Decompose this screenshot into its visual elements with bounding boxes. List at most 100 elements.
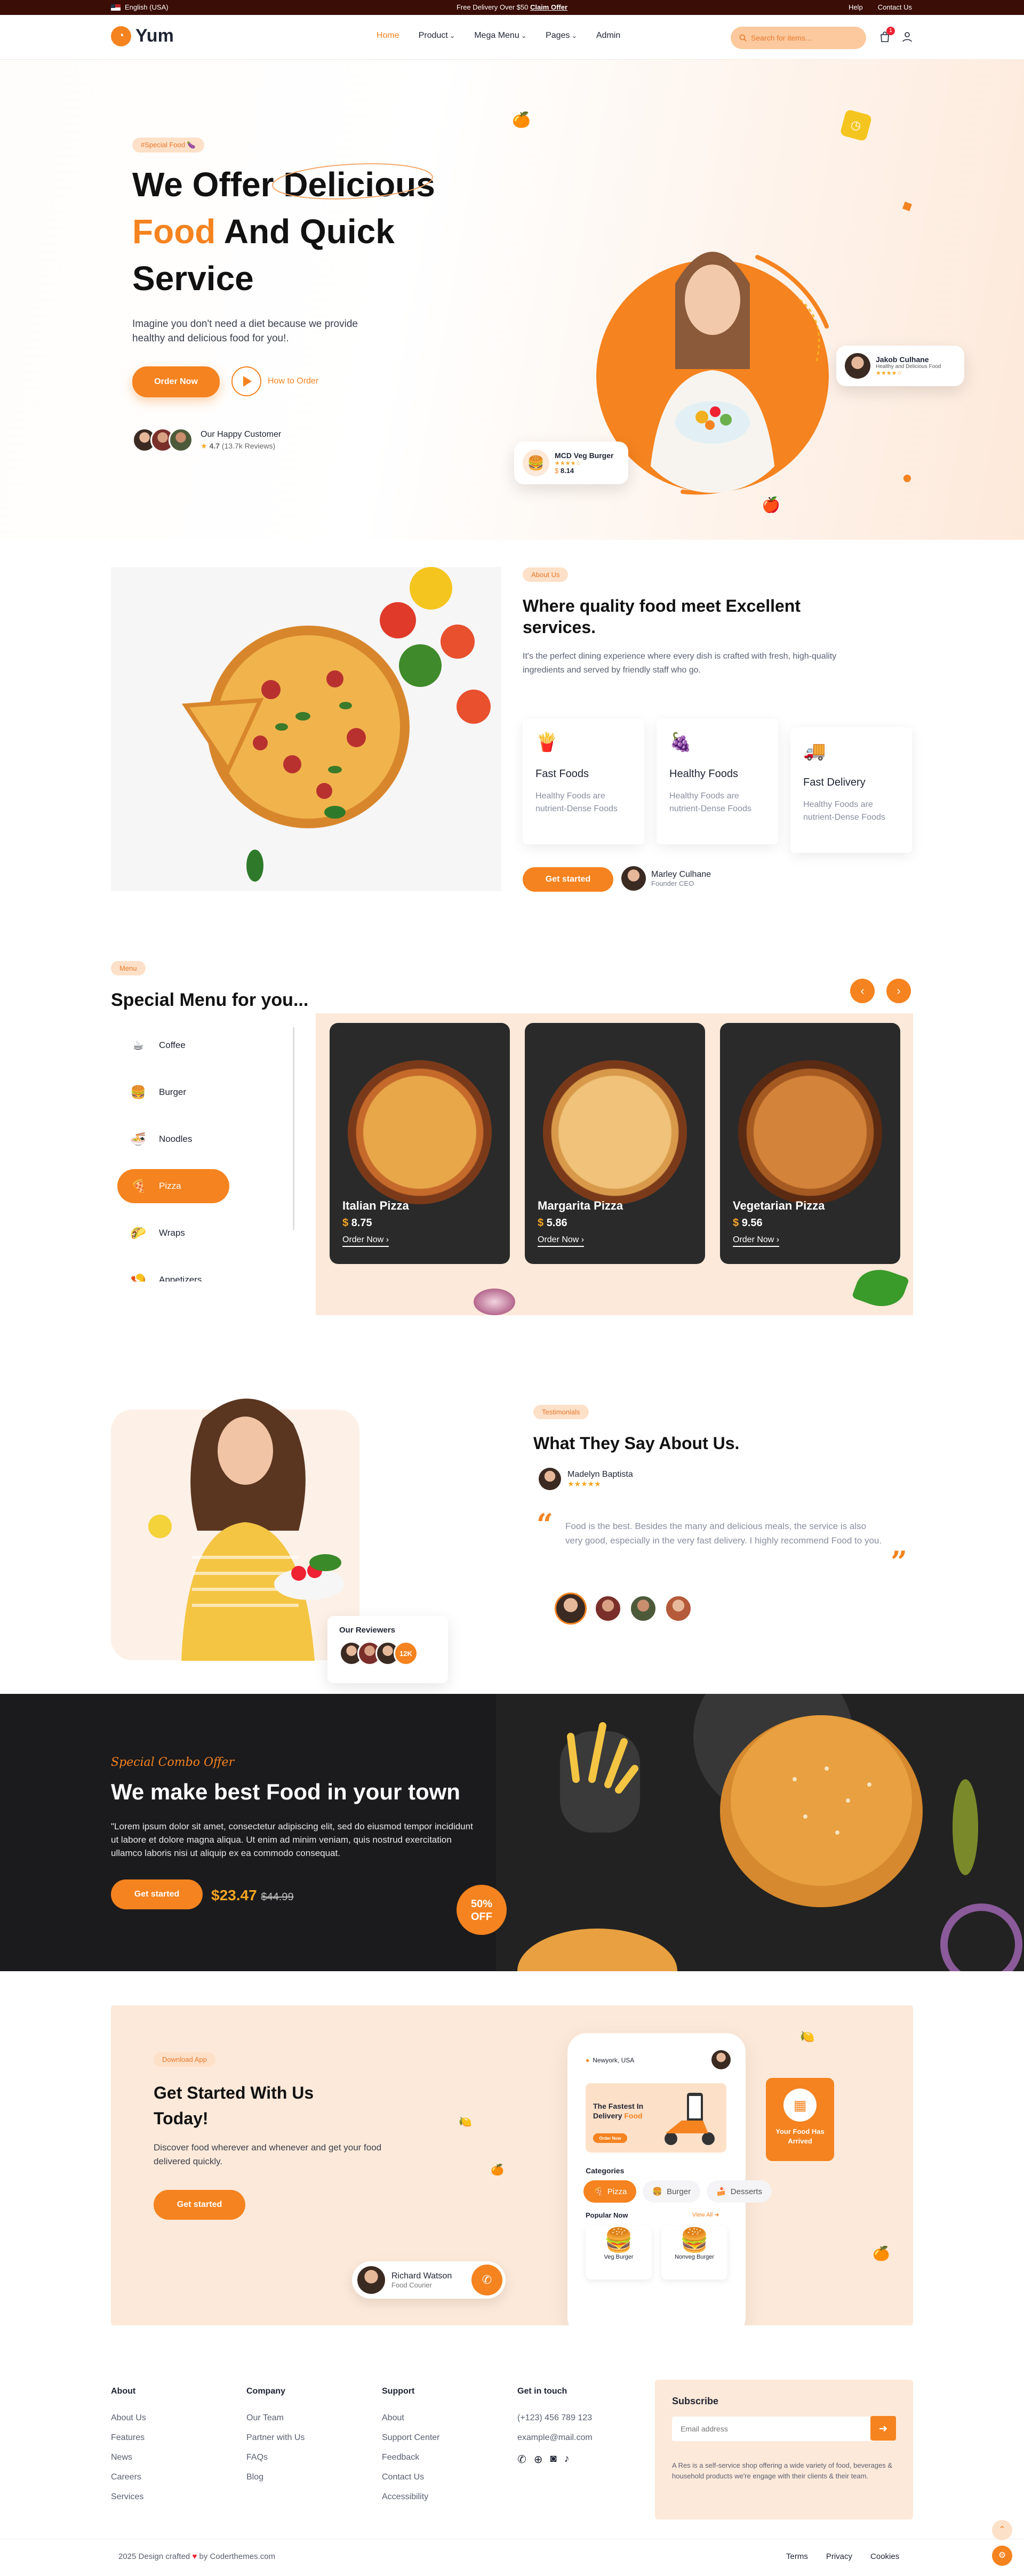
category-burger[interactable]: 🍔 Burger <box>117 1075 229 1109</box>
download-get-started-button[interactable]: Get started <box>154 2190 245 2220</box>
menu-category-list: ☕ Coffee 🍔 Burger 🍜 Noodles 🍕 Pizza 🌮 Wraps 🍤… <box>111 1023 294 1282</box>
testimonial-avatar[interactable] <box>665 1595 692 1622</box>
view-all-link[interactable]: View All ➜ <box>692 2211 719 2218</box>
nav-home[interactable]: Home <box>377 31 399 41</box>
category-label: Pizza <box>159 1181 181 1191</box>
footer-link[interactable]: Support Center <box>382 2433 440 2443</box>
footer-link[interactable]: Accessibility <box>382 2492 440 2502</box>
appetizer-icon: 🍤 <box>130 1273 146 1282</box>
footer-link[interactable]: About <box>382 2413 440 2423</box>
reviewer-avatar <box>845 353 870 379</box>
footer-column-title: Get in touch <box>517 2387 567 2396</box>
footer-link[interactable]: Feedback <box>382 2453 440 2462</box>
footer-link[interactable]: About Us <box>111 2413 146 2423</box>
happy-customer-title: Our Happy Customer <box>201 429 282 439</box>
nav-admin[interactable]: Admin <box>596 31 620 41</box>
footer-link[interactable]: Partner with Us <box>246 2433 305 2443</box>
discount-value: 50% <box>470 1898 493 1910</box>
popular-item[interactable]: 🍔 Veg Burger <box>586 2226 652 2279</box>
footer-email[interactable]: example@mail.com <box>517 2433 593 2443</box>
order-now-link[interactable]: Order Now › <box>733 1235 780 1247</box>
category-pizza[interactable]: 🍕 Pizza <box>117 1169 229 1203</box>
nav-mega-menu[interactable]: Mega Menu <box>474 31 526 41</box>
contact-link[interactable]: Contact Us <box>878 3 912 11</box>
gear-icon: ⚙ <box>998 2551 1006 2560</box>
claim-offer-link[interactable]: Claim Offer <box>530 3 567 11</box>
phone-category-burger[interactable]: 🍔 Burger <box>643 2180 701 2203</box>
how-to-order-link[interactable]: How to Order <box>231 366 318 396</box>
nav-product[interactable]: Product <box>419 31 455 41</box>
twitter-icon[interactable]: ♪ <box>564 2453 570 2466</box>
phone-category-pizza[interactable]: 🍕 Pizza <box>583 2180 637 2203</box>
burger-price: 8.14 <box>560 467 574 475</box>
menu-item-card[interactable]: Italian Pizza $ 8.75 Order Now › <box>330 1023 510 1264</box>
nav-pages[interactable]: Pages <box>546 31 577 41</box>
testimonial-avatar[interactable] <box>629 1595 657 1622</box>
decor-fruit-icon: 🍊 <box>512 111 531 128</box>
settings-fab-button[interactable]: ⚙ <box>992 2546 1012 2566</box>
order-now-button[interactable]: Order Now <box>132 366 220 397</box>
footer-link[interactable]: Features <box>111 2433 146 2443</box>
menu-item-card[interactable]: Vegetarian Pizza $ 9.56 Order Now › <box>720 1023 900 1264</box>
phone-order-button[interactable]: Order Now <box>593 2133 627 2143</box>
phone-icon[interactable]: ✆ <box>517 2453 526 2466</box>
page: { "topbar": { "language": "English (USA)… <box>0 0 1024 2576</box>
footer-link[interactable]: Blog <box>246 2473 305 2482</box>
user-button[interactable] <box>901 31 913 43</box>
globe-icon[interactable]: ⊕ <box>534 2453 543 2466</box>
phone-categories: 🍕 Pizza 🍔 Burger 🍰 Desserts <box>583 2180 829 2203</box>
header: ◔ Yum Home Product Mega Menu Pages Admin… <box>0 15 1024 60</box>
category-label: Appetizers <box>159 1275 202 1282</box>
footer-link[interactable]: Contact Us <box>382 2473 440 2482</box>
menu-prev-button[interactable]: ‹ <box>850 979 875 1003</box>
phone-category-desserts[interactable]: 🍰 Desserts <box>707 2180 772 2203</box>
category-noodles[interactable]: 🍜 Noodles <box>117 1122 229 1156</box>
subscribe-submit-button[interactable]: ➜ <box>870 2416 896 2441</box>
footer-link[interactable]: Careers <box>111 2473 146 2482</box>
category-label: Pizza <box>607 2187 627 2196</box>
order-now-link[interactable]: Order Now › <box>538 1235 585 1247</box>
fast-food-icon: 🍟 <box>535 732 558 753</box>
hero-title-food: Food <box>132 212 216 251</box>
footer-link[interactable]: Our Team <box>246 2413 305 2423</box>
founder-role: Founder CEO <box>651 879 694 887</box>
logo[interactable]: ◔ Yum <box>111 26 174 46</box>
reviewers-title: Our Reviewers <box>339 1626 396 1635</box>
subscribe-email-input[interactable] <box>672 2417 875 2441</box>
phone-call-icon[interactable]: ✆ <box>471 2265 502 2295</box>
instagram-icon[interactable]: ◙ <box>550 2453 557 2466</box>
category-wraps[interactable]: 🌮 Wraps <box>117 1216 229 1250</box>
popular-item[interactable]: 🍔 Nonveg Burger <box>661 2226 727 2279</box>
feature-desc: Healthy Foods are nutrient-Dense Foods <box>803 800 885 822</box>
category-scrollbar[interactable] <box>293 1027 294 1230</box>
privacy-link[interactable]: Privacy <box>826 2552 852 2561</box>
phone-location[interactable]: ● Newyork, USA <box>586 2057 634 2064</box>
combo-get-started-button[interactable]: Get started <box>111 1879 203 1909</box>
about-get-started-button[interactable]: Get started <box>523 867 613 892</box>
play-icon <box>231 366 261 396</box>
testimonial-avatar-active[interactable] <box>555 1593 587 1625</box>
terms-link[interactable]: Terms <box>786 2552 808 2561</box>
footer-link[interactable]: FAQs <box>246 2453 305 2462</box>
search-input[interactable] <box>751 34 858 42</box>
category-appetizers[interactable]: 🍤 Appetizers <box>117 1263 229 1282</box>
feature-title: Fast Delivery <box>803 777 866 788</box>
footer-link[interactable]: News <box>111 2453 146 2462</box>
menu-next-button[interactable]: › <box>886 979 911 1003</box>
footer-phone[interactable]: (+123) 456 789 123 <box>517 2413 593 2423</box>
category-coffee[interactable]: ☕ Coffee <box>117 1028 229 1062</box>
footer-link[interactable]: Services <box>111 2492 146 2502</box>
menu-item-card[interactable]: Margarita Pizza $ 5.86 Order Now › <box>525 1023 705 1264</box>
footer-column-contact: Get in touch (+123) 456 789 123 example@… <box>517 2387 593 2466</box>
help-link[interactable]: Help <box>849 3 863 11</box>
cart-button[interactable]: 1 <box>879 27 895 43</box>
burger-card[interactable]: 🍔 MCD Veg Burger ★★★★☆ $ 8.14 <box>514 442 628 484</box>
scroll-to-top-button[interactable]: ⌃ <box>992 2520 1012 2540</box>
burger-image: 🍔 <box>604 2227 634 2253</box>
order-now-link[interactable]: Order Now › <box>342 1235 389 1247</box>
testimonial-avatar[interactable] <box>594 1595 622 1622</box>
reviewer-stars: ★★★★☆ <box>876 370 902 377</box>
pizza-icon: 🍕 <box>130 1179 146 1194</box>
founder-info: Marley Culhane Founder CEO <box>621 866 711 891</box>
cookies-link[interactable]: Cookies <box>870 2552 899 2561</box>
